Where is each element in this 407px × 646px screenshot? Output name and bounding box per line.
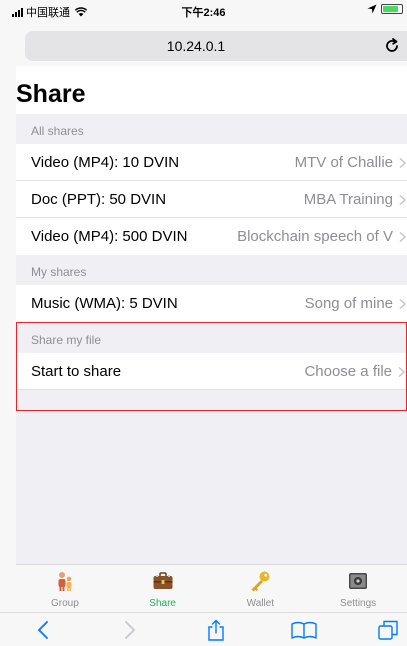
tab-label: Group [50,598,79,609]
address-bar[interactable]: 10.24.0.1 [25,31,407,61]
list-item-detail: MTV of Challie [294,154,393,171]
chevron-right-icon [398,367,406,377]
forward-icon[interactable] [118,619,140,641]
tab-label: Share [149,598,176,609]
list-item-detail: Blockchain speech of V [237,228,393,245]
list-item-title: Video (MP4): 10 DVIN [31,154,180,171]
start-to-share-row[interactable]: Start to share Choose a file [17,353,406,390]
list-item-detail: MBA Training [303,191,393,208]
url-text[interactable]: 10.24.0.1 [25,38,367,54]
list-item-title: Start to share [31,363,122,380]
chevron-right-icon [399,232,407,242]
tab-share[interactable]: Share [114,565,212,612]
list-item[interactable]: Video (MP4): 500 DVIN Blockchain speech … [16,218,407,255]
battery-level [383,6,399,12]
list-item-title: Video (MP4): 500 DVIN [31,228,188,245]
list-item-title: Doc (PPT): 50 DVIN [31,191,167,208]
location-arrow-icon [367,4,377,14]
browser-toolbar [0,612,407,646]
back-icon[interactable] [33,619,55,641]
settings-icon [349,573,368,589]
list-item-title: Music (WMA): 5 DVIN [31,295,178,312]
list-item[interactable]: Music (WMA): 5 DVIN Song of mine [16,285,407,322]
battery-icon [381,4,403,14]
key-icon [251,571,270,592]
section-header: My shares [16,255,407,285]
status-bar-right [367,4,403,14]
chevron-right-icon [399,195,407,205]
chevron-right-icon [399,299,407,309]
briefcase-icon [153,572,173,589]
section-all-shares: All shares Video (MP4): 10 DVIN MTV of C… [16,114,407,255]
tabs-icon[interactable] [377,619,399,641]
group-icon [58,572,72,591]
section-header: All shares [16,114,407,144]
tab-label: Wallet [246,598,275,609]
list-item-detail: Song of mine [304,295,393,312]
share-icon[interactable] [205,619,227,641]
tab-label: Settings [340,598,377,609]
section-share-my-file: Share my file Start to share Choose a fi… [16,322,407,411]
tab-group[interactable]: Group [16,565,114,612]
page-title: Share [16,66,407,114]
status-bar: 中国联通 下午2:46 [0,0,407,22]
section-my-shares: My shares Music (WMA): 5 DVIN Song of mi… [16,255,407,322]
tab-wallet[interactable]: Wallet [212,565,310,612]
share-page: Share All shares Video (MP4): 10 DVIN MT… [16,66,407,564]
status-bar-time: 下午2:46 [181,7,226,19]
list-item[interactable]: Doc (PPT): 50 DVIN MBA Training [16,181,407,218]
tab-bar: Group Share Wallet Settings [16,564,407,612]
reload-icon[interactable] [383,37,401,55]
choose-file-link[interactable]: Choose a file [304,363,392,380]
tab-settings[interactable]: Settings [309,565,407,612]
chevron-right-icon [399,158,407,168]
section-header: Share my file [17,323,406,353]
list-item[interactable]: Video (MP4): 10 DVIN MTV of Challie [16,144,407,181]
bookmarks-icon[interactable] [290,619,318,641]
